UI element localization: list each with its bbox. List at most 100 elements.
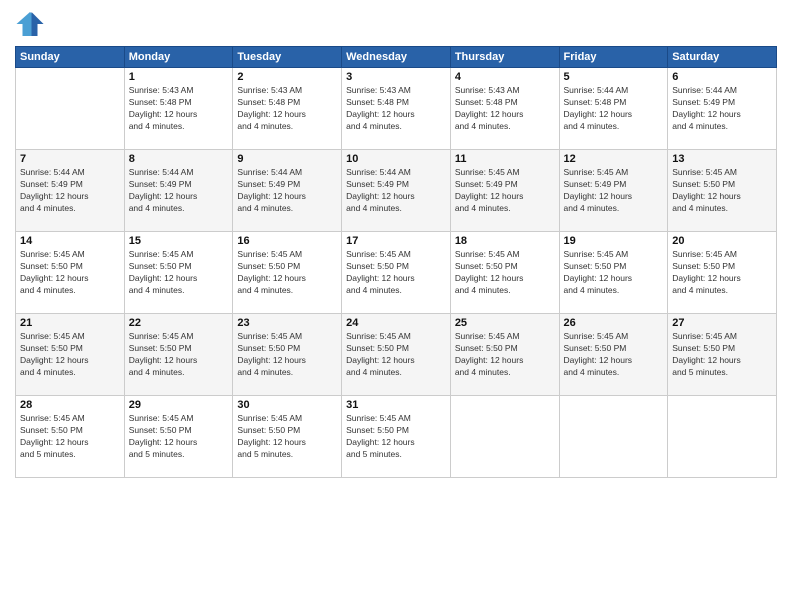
- cell-info: Sunrise: 5:45 AM Sunset: 5:50 PM Dayligh…: [564, 331, 664, 379]
- day-number: 14: [20, 235, 120, 247]
- cell-info: Sunrise: 5:45 AM Sunset: 5:50 PM Dayligh…: [455, 249, 555, 297]
- cell-info: Sunrise: 5:45 AM Sunset: 5:50 PM Dayligh…: [237, 413, 337, 461]
- day-number: 25: [455, 317, 555, 329]
- day-number: 30: [237, 399, 337, 411]
- day-number: 23: [237, 317, 337, 329]
- calendar: SundayMondayTuesdayWednesdayThursdayFrid…: [15, 46, 777, 478]
- calendar-cell: 13 Sunrise: 5:45 AM Sunset: 5:50 PM Dayli…: [668, 150, 777, 232]
- calendar-cell: 15 Sunrise: 5:45 AM Sunset: 5:50 PM Dayli…: [124, 232, 233, 314]
- day-number: 21: [20, 317, 120, 329]
- day-number: 13: [672, 153, 772, 165]
- calendar-cell: 26 Sunrise: 5:45 AM Sunset: 5:50 PM Dayli…: [559, 314, 668, 396]
- calendar-cell: 9 Sunrise: 5:44 AM Sunset: 5:49 PM Daylig…: [233, 150, 342, 232]
- calendar-cell: 30 Sunrise: 5:45 AM Sunset: 5:50 PM Dayli…: [233, 396, 342, 478]
- calendar-week-2: 7 Sunrise: 5:44 AM Sunset: 5:49 PM Daylig…: [16, 150, 777, 232]
- cell-info: Sunrise: 5:45 AM Sunset: 5:50 PM Dayligh…: [346, 413, 446, 461]
- cell-info: Sunrise: 5:45 AM Sunset: 5:50 PM Dayligh…: [129, 249, 229, 297]
- calendar-cell: 16 Sunrise: 5:45 AM Sunset: 5:50 PM Dayli…: [233, 232, 342, 314]
- day-number: 27: [672, 317, 772, 329]
- calendar-cell: [450, 396, 559, 478]
- weekday-header-saturday: Saturday: [668, 47, 777, 68]
- day-number: 18: [455, 235, 555, 247]
- cell-info: Sunrise: 5:45 AM Sunset: 5:50 PM Dayligh…: [20, 249, 120, 297]
- day-number: 19: [564, 235, 664, 247]
- calendar-cell: 4 Sunrise: 5:43 AM Sunset: 5:48 PM Daylig…: [450, 68, 559, 150]
- day-number: 9: [237, 153, 337, 165]
- calendar-cell: 31Sunrise: 5:45 AM Sunset: 5:50 PM Dayli…: [342, 396, 451, 478]
- day-number: 3: [346, 71, 446, 83]
- weekday-header-thursday: Thursday: [450, 47, 559, 68]
- calendar-cell: 19 Sunrise: 5:45 AM Sunset: 5:50 PM Dayli…: [559, 232, 668, 314]
- cell-info: Sunrise: 5:45 AM Sunset: 5:50 PM Dayligh…: [20, 331, 120, 379]
- calendar-cell: 28 Sunrise: 5:45 AM Sunset: 5:50 PM Dayli…: [16, 396, 125, 478]
- calendar-cell: 11Sunrise: 5:45 AM Sunset: 5:49 PM Dayli…: [450, 150, 559, 232]
- calendar-cell: 7 Sunrise: 5:44 AM Sunset: 5:49 PM Daylig…: [16, 150, 125, 232]
- cell-info: Sunrise: 5:45 AM Sunset: 5:50 PM Dayligh…: [346, 331, 446, 379]
- calendar-cell: 20 Sunrise: 5:45 AM Sunset: 5:50 PM Dayli…: [668, 232, 777, 314]
- day-number: 6: [672, 71, 772, 83]
- cell-info: Sunrise: 5:45 AM Sunset: 5:50 PM Dayligh…: [20, 413, 120, 461]
- calendar-cell: 24 Sunrise: 5:45 AM Sunset: 5:50 PM Dayli…: [342, 314, 451, 396]
- weekday-header-tuesday: Tuesday: [233, 47, 342, 68]
- logo-icon: [15, 10, 45, 38]
- calendar-week-4: 21 Sunrise: 5:45 AM Sunset: 5:50 PM Dayli…: [16, 314, 777, 396]
- calendar-cell: 21 Sunrise: 5:45 AM Sunset: 5:50 PM Dayli…: [16, 314, 125, 396]
- cell-info: Sunrise: 5:43 AM Sunset: 5:48 PM Dayligh…: [346, 85, 446, 133]
- day-number: 28: [20, 399, 120, 411]
- day-number: 2: [237, 71, 337, 83]
- cell-info: Sunrise: 5:45 AM Sunset: 5:50 PM Dayligh…: [129, 413, 229, 461]
- day-number: 17: [346, 235, 446, 247]
- cell-info: Sunrise: 5:45 AM Sunset: 5:50 PM Dayligh…: [346, 249, 446, 297]
- cell-info: Sunrise: 5:44 AM Sunset: 5:48 PM Dayligh…: [564, 85, 664, 133]
- day-number: 12: [564, 153, 664, 165]
- calendar-cell: 8 Sunrise: 5:44 AM Sunset: 5:49 PM Daylig…: [124, 150, 233, 232]
- cell-info: Sunrise: 5:43 AM Sunset: 5:48 PM Dayligh…: [129, 85, 229, 133]
- cell-info: Sunrise: 5:45 AM Sunset: 5:50 PM Dayligh…: [237, 331, 337, 379]
- cell-info: Sunrise: 5:44 AM Sunset: 5:49 PM Dayligh…: [20, 167, 120, 215]
- calendar-week-5: 28 Sunrise: 5:45 AM Sunset: 5:50 PM Dayli…: [16, 396, 777, 478]
- calendar-week-1: 1 Sunrise: 5:43 AM Sunset: 5:48 PM Daylig…: [16, 68, 777, 150]
- day-number: 20: [672, 235, 772, 247]
- weekday-header-friday: Friday: [559, 47, 668, 68]
- cell-info: Sunrise: 5:45 AM Sunset: 5:50 PM Dayligh…: [672, 249, 772, 297]
- weekday-header-wednesday: Wednesday: [342, 47, 451, 68]
- calendar-cell: 25 Sunrise: 5:45 AM Sunset: 5:50 PM Dayli…: [450, 314, 559, 396]
- day-number: 29: [129, 399, 229, 411]
- calendar-cell: 12Sunrise: 5:45 AM Sunset: 5:49 PM Dayli…: [559, 150, 668, 232]
- day-number: 10: [346, 153, 446, 165]
- day-number: 16: [237, 235, 337, 247]
- calendar-cell: 18 Sunrise: 5:45 AM Sunset: 5:50 PM Dayli…: [450, 232, 559, 314]
- calendar-cell: 2 Sunrise: 5:43 AM Sunset: 5:48 PM Daylig…: [233, 68, 342, 150]
- cell-info: Sunrise: 5:44 AM Sunset: 5:49 PM Dayligh…: [129, 167, 229, 215]
- calendar-cell: 1 Sunrise: 5:43 AM Sunset: 5:48 PM Daylig…: [124, 68, 233, 150]
- calendar-cell: 23 Sunrise: 5:45 AM Sunset: 5:50 PM Dayli…: [233, 314, 342, 396]
- page: SundayMondayTuesdayWednesdayThursdayFrid…: [0, 0, 792, 612]
- header: [15, 10, 777, 38]
- calendar-cell: 14 Sunrise: 5:45 AM Sunset: 5:50 PM Dayli…: [16, 232, 125, 314]
- cell-info: Sunrise: 5:44 AM Sunset: 5:49 PM Dayligh…: [237, 167, 337, 215]
- cell-info: Sunrise: 5:43 AM Sunset: 5:48 PM Dayligh…: [237, 85, 337, 133]
- day-number: 4: [455, 71, 555, 83]
- calendar-cell: [16, 68, 125, 150]
- cell-info: Sunrise: 5:45 AM Sunset: 5:50 PM Dayligh…: [564, 249, 664, 297]
- day-number: 1: [129, 71, 229, 83]
- day-number: 24: [346, 317, 446, 329]
- day-number: 26: [564, 317, 664, 329]
- day-number: 15: [129, 235, 229, 247]
- cell-info: Sunrise: 5:45 AM Sunset: 5:49 PM Dayligh…: [455, 167, 555, 215]
- cell-info: Sunrise: 5:45 AM Sunset: 5:50 PM Dayligh…: [672, 167, 772, 215]
- day-number: 5: [564, 71, 664, 83]
- cell-info: Sunrise: 5:43 AM Sunset: 5:48 PM Dayligh…: [455, 85, 555, 133]
- calendar-cell: 3 Sunrise: 5:43 AM Sunset: 5:48 PM Daylig…: [342, 68, 451, 150]
- cell-info: Sunrise: 5:45 AM Sunset: 5:50 PM Dayligh…: [237, 249, 337, 297]
- calendar-cell: [668, 396, 777, 478]
- day-number: 22: [129, 317, 229, 329]
- day-number: 8: [129, 153, 229, 165]
- cell-info: Sunrise: 5:44 AM Sunset: 5:49 PM Dayligh…: [672, 85, 772, 133]
- calendar-cell: [559, 396, 668, 478]
- calendar-week-3: 14 Sunrise: 5:45 AM Sunset: 5:50 PM Dayli…: [16, 232, 777, 314]
- calendar-cell: 6 Sunrise: 5:44 AM Sunset: 5:49 PM Daylig…: [668, 68, 777, 150]
- cell-info: Sunrise: 5:45 AM Sunset: 5:50 PM Dayligh…: [455, 331, 555, 379]
- day-number: 7: [20, 153, 120, 165]
- cell-info: Sunrise: 5:45 AM Sunset: 5:50 PM Dayligh…: [672, 331, 772, 379]
